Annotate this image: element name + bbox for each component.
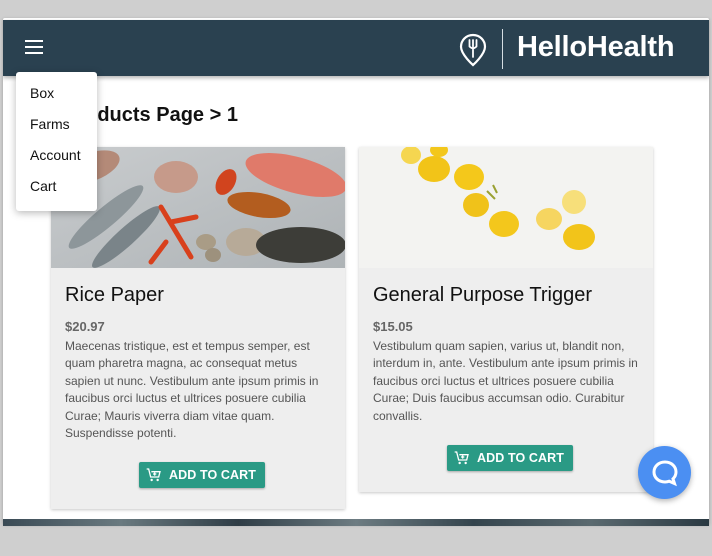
menu-item-account[interactable]: Account [16, 144, 97, 175]
add-to-cart-button[interactable]: ADD TO CART [447, 445, 573, 471]
menu-item-box[interactable]: Box [16, 82, 97, 113]
background-strip [3, 519, 709, 526]
product-name[interactable]: Rice Paper [65, 284, 164, 307]
chat-button[interactable] [638, 446, 691, 499]
location-pin-fork-icon [459, 33, 487, 67]
add-shopping-cart-icon [146, 468, 161, 482]
add-to-cart-label: ADD TO CART [477, 451, 564, 465]
product-description: Maecenas tristique, est et tempus semper… [65, 339, 319, 441]
brand-name[interactable]: HelloHealth [517, 31, 675, 64]
browser-viewport: HelloHealth Products Page > 1 Rice Paper… [3, 18, 709, 524]
add-to-cart-label: ADD TO CART [169, 468, 256, 482]
product-price: $20.97 [65, 319, 105, 334]
menu-item-cart[interactable]: Cart [16, 175, 97, 206]
app-bar: HelloHealth [3, 20, 709, 76]
product-name[interactable]: General Purpose Trigger [373, 284, 592, 307]
add-shopping-cart-icon [454, 451, 469, 465]
menu-item-farms[interactable]: Farms [16, 113, 97, 144]
add-to-cart-button[interactable]: ADD TO CART [139, 462, 265, 488]
product-image-lemons [359, 147, 653, 268]
nav-dropdown-menu: Box Farms Account Cart [16, 72, 97, 211]
product-card: General Purpose Trigger $15.05 Vestibulu… [359, 147, 653, 492]
logo-divider [502, 29, 503, 69]
hamburger-menu-icon[interactable] [25, 40, 43, 54]
product-price: $15.05 [373, 319, 413, 334]
chat-bubble-icon [651, 459, 678, 486]
product-description: Vestibulum quam sapien, varius ut, bland… [373, 339, 638, 423]
